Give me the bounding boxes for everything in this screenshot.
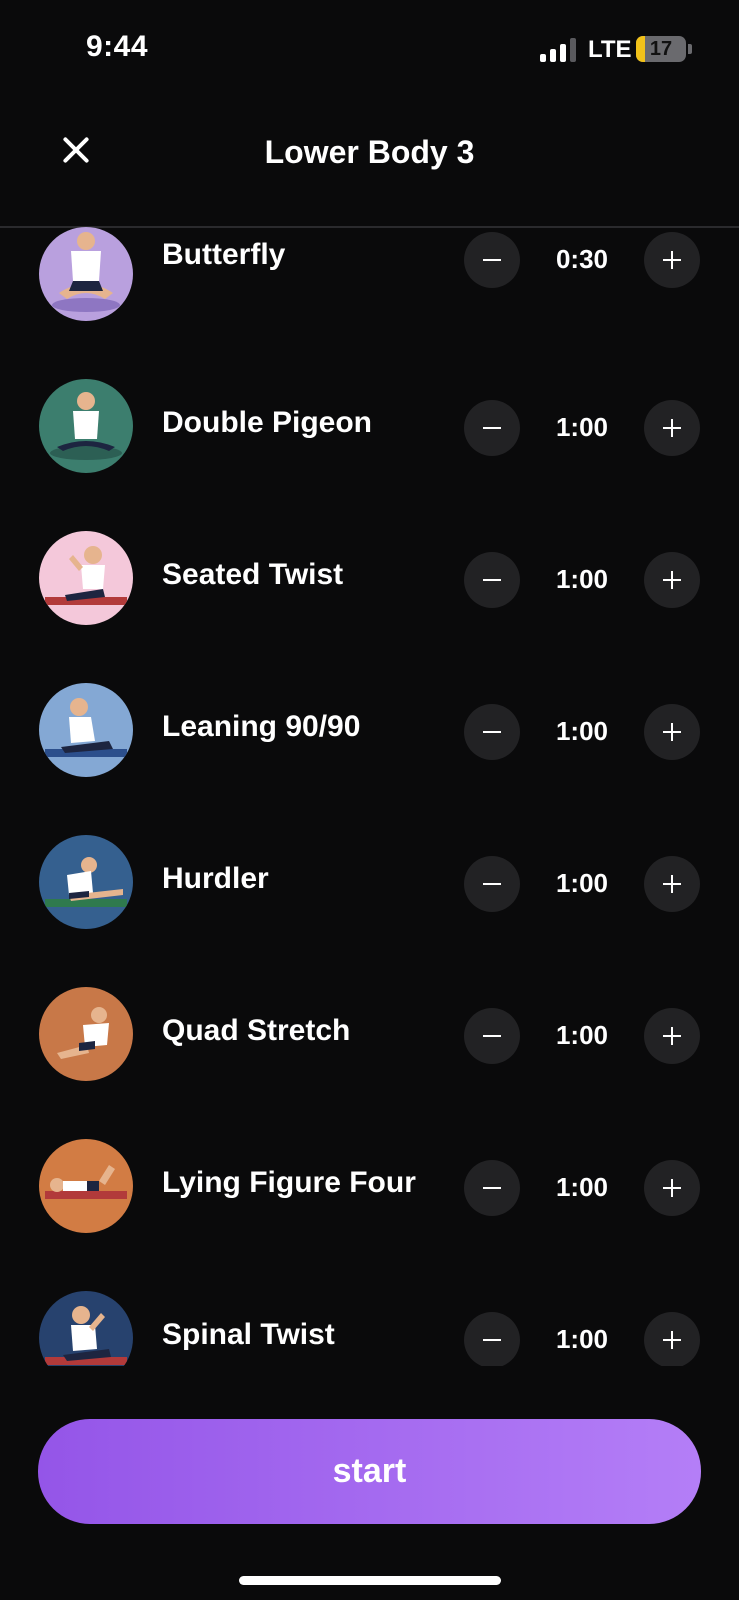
exercise-avatar	[39, 1291, 133, 1366]
exercise-duration: 1:00	[555, 868, 609, 898]
list-item: Double Pigeon 1:00	[0, 362, 739, 492]
decrease-duration-button[interactable]	[464, 400, 520, 456]
list-item: Butterfly 0:30	[0, 226, 739, 340]
exercise-avatar	[39, 1139, 133, 1233]
exercise-name: Quad Stretch	[162, 1014, 351, 1047]
exercise-duration: 1:00	[555, 716, 609, 746]
exercise-name: Seated Twist	[162, 558, 344, 591]
exercise-name: Hurdler	[162, 862, 269, 895]
exercise-avatar	[39, 227, 133, 321]
minus-icon	[483, 731, 501, 733]
increase-duration-button[interactable]	[644, 232, 700, 288]
exercise-name: Butterfly	[162, 238, 286, 271]
home-indicator[interactable]	[239, 1576, 501, 1585]
increase-duration-button[interactable]	[644, 1008, 700, 1064]
decrease-duration-button[interactable]	[464, 552, 520, 608]
list-item: Lying Figure Four 1:00	[0, 1122, 739, 1252]
exercise-name: Spinal Twist	[162, 1318, 335, 1351]
signal-icon	[540, 38, 578, 62]
decrease-duration-button[interactable]	[464, 1160, 520, 1216]
page-title: Lower Body 3	[264, 134, 475, 170]
decrease-duration-button[interactable]	[464, 856, 520, 912]
exercise-list[interactable]: Butterfly 0:30 Double Pigeon 1:00 Seated…	[0, 226, 739, 1366]
exercise-avatar	[39, 987, 133, 1081]
increase-duration-button[interactable]	[644, 856, 700, 912]
increase-duration-button[interactable]	[644, 1160, 700, 1216]
list-item: Seated Twist 1:00	[0, 514, 739, 644]
network-type: LTE	[588, 36, 632, 63]
exercise-duration: 1:00	[555, 564, 609, 594]
battery-cap	[688, 44, 692, 54]
exercise-name: Leaning 90/90	[162, 710, 361, 743]
exercise-duration: 1:00	[555, 1020, 609, 1050]
minus-icon	[483, 883, 501, 885]
decrease-duration-button[interactable]	[464, 1008, 520, 1064]
decrease-duration-button[interactable]	[464, 232, 520, 288]
exercise-avatar	[39, 379, 133, 473]
battery-icon: 17	[636, 36, 686, 62]
exercise-avatar	[39, 683, 133, 777]
status-time: 9:44	[86, 30, 149, 63]
decrease-duration-button[interactable]	[464, 704, 520, 760]
exercise-duration: 1:00	[555, 412, 609, 442]
start-button[interactable]: start	[38, 1419, 701, 1524]
minus-icon	[483, 1187, 501, 1189]
decrease-duration-button[interactable]	[464, 1312, 520, 1366]
exercise-name: Double Pigeon	[162, 406, 372, 439]
minus-icon	[483, 579, 501, 581]
exercise-avatar	[39, 531, 133, 625]
minus-icon	[483, 1339, 501, 1341]
minus-icon	[483, 1035, 501, 1037]
increase-duration-button[interactable]	[644, 552, 700, 608]
exercise-name: Lying Figure Four	[162, 1166, 416, 1199]
increase-duration-button[interactable]	[644, 400, 700, 456]
status-bar: 9:44 LTE 17	[0, 0, 739, 100]
exercise-duration: 0:30	[555, 244, 609, 274]
battery-level: 17	[649, 38, 673, 60]
list-item: Spinal Twist 1:00	[0, 1274, 739, 1366]
increase-duration-button[interactable]	[644, 1312, 700, 1366]
increase-duration-button[interactable]	[644, 704, 700, 760]
exercise-avatar	[39, 835, 133, 929]
header: Lower Body 3	[0, 100, 739, 228]
list-item: Quad Stretch 1:00	[0, 970, 739, 1100]
minus-icon	[483, 427, 501, 429]
exercise-duration: 1:00	[555, 1324, 609, 1354]
minus-icon	[483, 259, 501, 261]
list-item: Hurdler 1:00	[0, 818, 739, 948]
list-item: Leaning 90/90 1:00	[0, 666, 739, 796]
exercise-duration: 1:00	[555, 1172, 609, 1202]
